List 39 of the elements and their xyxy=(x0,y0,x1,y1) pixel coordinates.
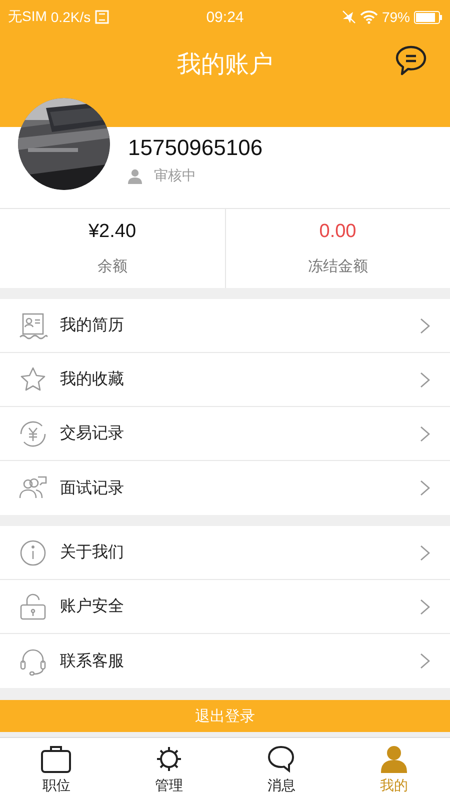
chevron-icon xyxy=(420,426,430,442)
menu-item[interactable]: 账户安全 xyxy=(0,580,450,634)
menu-item[interactable]: 关于我们 xyxy=(0,526,450,580)
menu-item[interactable]: 面试记录 xyxy=(0,461,450,515)
amount-value: ¥2.40 xyxy=(88,221,136,243)
chevron-icon xyxy=(420,598,430,614)
chevron-icon xyxy=(420,653,430,669)
menu-item[interactable]: 我的收藏 xyxy=(0,353,450,407)
amount-value: 0.00 xyxy=(319,221,356,243)
sim-icon xyxy=(94,10,109,24)
page-title: 我的账户 xyxy=(177,49,273,80)
amount-label: 冻结金额 xyxy=(308,257,368,276)
carrier-text: 无SIM xyxy=(8,8,47,26)
yuan-icon xyxy=(18,418,48,448)
network-speed: 0.2K/s xyxy=(50,9,91,25)
message-icon[interactable] xyxy=(394,44,428,78)
chevron-icon xyxy=(420,544,430,560)
phone-number: 15750965106 xyxy=(128,135,263,161)
tab-item[interactable]: 管理 xyxy=(112,738,225,800)
clock-time: 09:24 xyxy=(205,8,245,26)
menu-item[interactable]: 联系客服 xyxy=(0,634,450,688)
menu-item[interactable]: 我的简历 xyxy=(0,299,450,353)
chevron-icon xyxy=(420,318,430,334)
briefcase-icon xyxy=(40,744,72,774)
menu-item[interactable]: 交易记录 xyxy=(0,407,450,461)
chevron-icon xyxy=(420,372,430,388)
amount-label: 余额 xyxy=(97,257,128,276)
info-icon xyxy=(18,538,48,568)
tab-item[interactable]: 消息 xyxy=(225,738,338,800)
wifi-icon xyxy=(360,10,378,24)
battery-icon xyxy=(414,10,442,24)
chevron-icon xyxy=(420,480,430,496)
review-status: 审核中 xyxy=(154,167,196,185)
tab-item[interactable]: 职位 xyxy=(0,738,112,800)
silent-icon xyxy=(342,10,356,24)
person-icon xyxy=(128,168,142,184)
battery-percent: 79% xyxy=(382,9,410,25)
resume-icon xyxy=(18,310,48,340)
lock-icon xyxy=(18,592,48,622)
